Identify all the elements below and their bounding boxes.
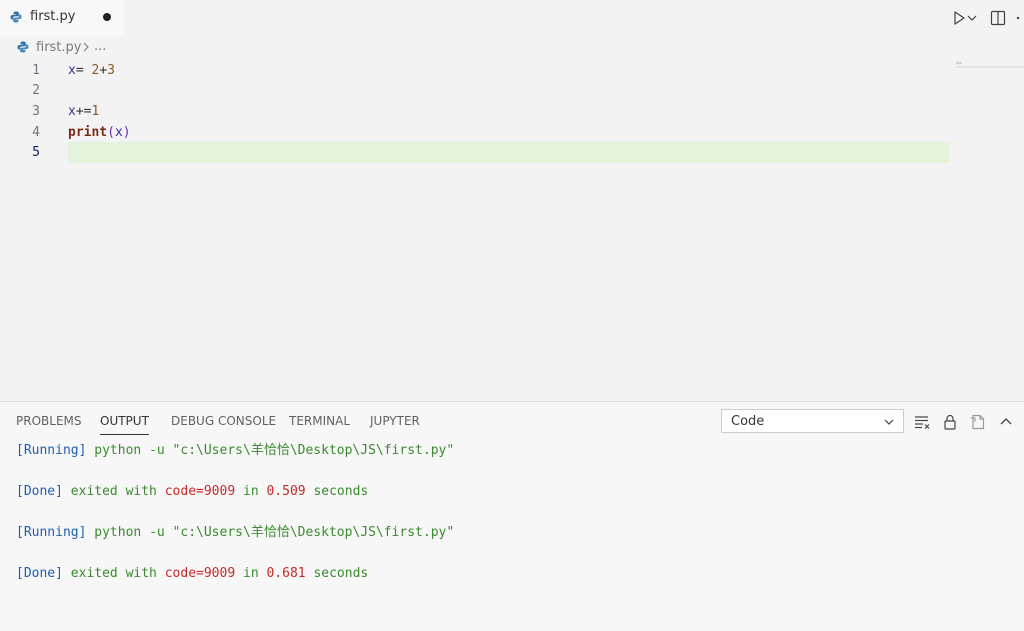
output-line: [Running] python -u "c:\Users\羊恰恰\Deskto… [16,524,454,542]
tab-terminal[interactable]: TERMINAL [289,414,350,428]
breadcrumb-file[interactable]: first.py [36,40,81,55]
output-tag: [Running] [16,443,87,458]
code-line-3: 3 x+=1 [0,101,960,122]
token: ( [107,125,115,140]
output-duration: 0.509 [266,484,306,499]
code-text[interactable]: x= 2+3 [68,60,115,81]
line-number: 1 [32,63,40,78]
token: print [68,125,108,140]
python-file-icon [10,11,22,23]
minimap[interactable] [956,62,1024,68]
tab-jupyter[interactable]: JUPYTER [370,414,420,428]
token: 3 [107,63,115,78]
tab-label: first.py [30,9,76,24]
output-line: [Done] exited with code=9009 in 0.509 se… [16,483,368,501]
output-exit-code: code=9009 [164,484,236,499]
token: 1 [91,104,100,119]
output-line: [Running] python -u "c:\Users\羊恰恰\Deskto… [16,442,454,460]
line-number: 2 [32,83,40,98]
line-number: 4 [32,125,40,140]
output-tag: [Done] [16,484,63,499]
output-line: [Done] exited with code=9009 in 0.681 se… [16,565,368,583]
token: x [114,125,123,140]
output-text: seconds [305,566,369,581]
chevron-right-icon [83,42,89,52]
breadcrumb-symbols[interactable]: ... [94,39,106,54]
token: x [68,104,76,119]
output-text: seconds [305,484,369,499]
tab-first-py[interactable]: first.py [0,0,124,36]
editor-tabs-bar: first.py [0,0,1024,36]
output-command: python -u [86,525,173,540]
output-text: exited with [62,566,165,581]
output-text: exited with [62,484,165,499]
editor-actions [944,0,1024,36]
code-line-1: 1 x= 2+3 [0,60,960,81]
output-exit-code: code=9009 [164,566,236,581]
code-line-2: 2 [0,80,960,101]
more-icon[interactable] [1012,9,1024,27]
code-line-4: 4 print(x) [0,122,960,143]
output-channel-value: Code [731,414,765,429]
tab-output[interactable]: OUTPUT [100,414,149,435]
code-line-5: 5 [0,142,960,163]
tab-problems[interactable]: PROBLEMS [16,414,82,428]
split-editor-icon[interactable] [989,9,1007,27]
tab-debug-console[interactable]: DEBUG CONSOLE [171,414,276,428]
output-path: "c:\Users\羊恰恰\Desktop\JS\first.py" [172,525,455,540]
breadcrumb: first.py ... [0,38,300,58]
code-text[interactable]: print(x) [68,122,131,143]
python-file-icon [17,41,29,53]
output-tag: [Done] [16,566,63,581]
code-editor[interactable]: 1 x= 2+3 2 3 x+=1 4 print(x) 5 [0,60,1024,400]
output-channel-select[interactable]: Code [721,409,904,433]
token: = [75,63,92,78]
chevron-up-icon[interactable] [997,413,1015,431]
lock-icon[interactable] [941,413,959,431]
chevron-down-icon[interactable] [966,9,978,27]
clear-output-icon[interactable] [913,413,931,431]
unsaved-dot-icon[interactable] [103,13,111,21]
code-text[interactable]: x+=1 [68,101,99,122]
output-tag: [Running] [16,525,87,540]
token: ) [122,125,131,140]
output-text: in [235,484,267,499]
token: + [99,63,108,78]
vscode-window: first.py first.py ... 1 x= 2+3 2 3 x+=1 … [0,0,1024,631]
output-text: in [235,566,267,581]
token: += [75,104,92,119]
output-duration: 0.681 [266,566,306,581]
chevron-down-icon [884,419,894,425]
bottom-panel: PROBLEMS OUTPUT DEBUG CONSOLE TERMINAL J… [0,401,1024,631]
output-command: python -u [86,443,173,458]
open-log-icon[interactable] [969,413,987,431]
token: x [68,63,76,78]
line-number: 5 [32,145,40,160]
output-path: "c:\Users\羊恰恰\Desktop\JS\first.py" [172,443,455,458]
line-number: 3 [32,104,40,119]
